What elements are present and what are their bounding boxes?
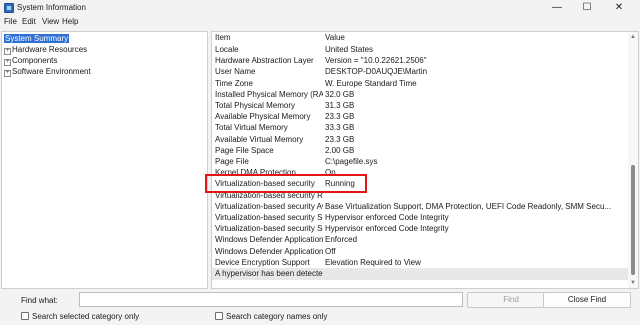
menu-edit[interactable]: Edit <box>22 17 36 26</box>
menu-file[interactable]: File <box>4 17 17 26</box>
scroll-thumb[interactable] <box>631 165 635 275</box>
scroll-up-arrow-icon[interactable]: ▲ <box>629 33 637 41</box>
cell-value: Enforced <box>325 235 358 245</box>
table-row[interactable]: Locale United States <box>212 44 628 56</box>
expand-plus-icon[interactable]: + <box>4 59 11 66</box>
table-row[interactable]: Time Zone W. Europe Standard Time <box>212 78 628 90</box>
expand-plus-icon[interactable]: + <box>4 70 11 77</box>
menu-view[interactable]: View <box>42 17 59 26</box>
tree-item-system-summary[interactable]: System Summary <box>4 33 70 44</box>
cell-item: Page File <box>215 157 249 166</box>
cell-item: A hypervisor has been detected... <box>215 269 323 278</box>
tree-item-label: Components <box>12 56 58 65</box>
table-row[interactable]: Total Physical Memory 31.3 GB <box>212 100 628 112</box>
cell-value: Hypervisor enforced Code Integrity <box>325 213 449 222</box>
find-bar: Find what: Find Close Find Search select… <box>0 290 640 325</box>
tree-item-label: System Summary <box>4 34 70 43</box>
table-row[interactable]: Available Virtual Memory 23.3 GB <box>212 134 628 146</box>
cell-item: Time Zone <box>215 78 253 88</box>
details-list[interactable]: Item Value Locale United States Hardware A… <box>211 31 639 289</box>
cell-item: Windows Defender Application... <box>215 235 323 245</box>
cell-value: United States <box>325 45 374 54</box>
tree-item-components[interactable]: + Components <box>4 55 57 66</box>
cell-item: Page File Space <box>215 145 274 155</box>
tree-item-software-environment[interactable]: + Software Environment <box>4 66 91 77</box>
cell-item: Virtualization-based security Se... <box>215 224 323 234</box>
expand-plus-icon[interactable]: + <box>4 48 11 55</box>
table-row[interactable]: Available Physical Memory 23.3 GB <box>212 111 628 123</box>
cell-value: Off <box>325 246 336 256</box>
find-label: Find what: <box>21 296 58 305</box>
cell-value: Elevation Required to View <box>325 257 421 267</box>
cell-item: Virtualization-based security Se... <box>215 213 323 222</box>
table-row[interactable]: User Name DESKTOP-D0AUQJE\Martin <box>212 66 628 78</box>
table-row[interactable]: Windows Defender Application... Enforced <box>212 234 628 246</box>
cell-value: Version = "10.0.22621.2506" <box>325 56 427 66</box>
scroll-down-arrow-icon[interactable]: ▼ <box>629 279 637 287</box>
cell-item: Total Physical Memory <box>215 101 296 110</box>
tree-item-label: Software Environment <box>12 67 91 76</box>
find-input[interactable] <box>79 292 463 307</box>
table-row[interactable]: Virtualization-based security Se... Hyper… <box>212 212 628 224</box>
cell-value: C:\pagefile.sys <box>325 157 378 166</box>
close-button[interactable]: ✕ <box>604 0 634 16</box>
cell-item: Locale <box>215 45 239 54</box>
cell-item: Windows Defender Application... <box>215 246 323 256</box>
cell-item: Available Virtual Memory <box>215 134 304 144</box>
column-header-value[interactable]: Value <box>325 32 627 44</box>
cell-value: Hypervisor enforced Code Integrity <box>325 224 449 234</box>
highlight-box <box>205 174 367 193</box>
close-find-button[interactable]: Close Find <box>543 292 631 308</box>
checkbox-icon[interactable] <box>21 312 29 320</box>
table-row[interactable]: A hypervisor has been detected... <box>212 268 628 280</box>
search-selected-category-checkbox[interactable]: Search selected category only <box>21 312 139 321</box>
cell-item: Installed Physical Memory (RAM) <box>215 89 323 99</box>
maximize-button[interactable]: ☐ <box>572 0 602 16</box>
cell-value: 23.3 GB <box>325 112 355 122</box>
cell-item: User Name <box>215 67 256 77</box>
title-bar: System Information — ☐ ✕ <box>0 0 640 16</box>
checkbox-label: Search selected category only <box>32 312 140 321</box>
table-row[interactable]: Virtualization-based security Av... Base … <box>212 201 628 213</box>
table-row[interactable]: Page File C:\pagefile.sys <box>212 156 628 168</box>
vertical-scrollbar[interactable]: ▲ ▼ <box>628 32 638 288</box>
cell-value: 33.3 GB <box>325 123 355 133</box>
cell-value: 31.3 GB <box>325 101 355 110</box>
tree-item-hardware-resources[interactable]: + Hardware Resources <box>4 44 87 55</box>
table-row[interactable]: Page File Space 2.00 GB <box>212 145 628 157</box>
cell-value: DESKTOP-D0AUQJE\Martin <box>325 67 428 77</box>
column-header-item[interactable]: Item <box>215 32 323 44</box>
cell-value: 23.3 GB <box>325 134 355 144</box>
find-button[interactable]: Find <box>467 292 555 308</box>
cell-value: 32.0 GB <box>325 89 355 99</box>
cell-item: Available Physical Memory <box>215 112 311 122</box>
cell-value: W. Europe Standard Time <box>325 78 417 88</box>
window-title: System Information <box>17 3 86 12</box>
menu-help[interactable]: Help <box>62 17 78 26</box>
table-row[interactable]: Total Virtual Memory 33.3 GB <box>212 122 628 134</box>
table-row[interactable]: Windows Defender Application... Off <box>212 246 628 258</box>
table-row[interactable]: Installed Physical Memory (RAM) 32.0 GB <box>212 89 628 101</box>
tree-item-label: Hardware Resources <box>12 45 88 54</box>
cell-value: Running <box>325 179 355 189</box>
checkbox-icon[interactable] <box>215 312 223 320</box>
cell-item: Virtualization-based security Av... <box>215 201 323 211</box>
column-header-row: Item Value <box>212 32 628 44</box>
cell-item: Total Virtual Memory <box>215 123 288 133</box>
search-category-names-checkbox[interactable]: Search category names only <box>215 312 327 321</box>
category-tree[interactable]: System Summary + Hardware Resources + Comp… <box>1 31 208 289</box>
minimize-button[interactable]: — <box>542 0 572 16</box>
cell-item: Device Encryption Support <box>215 257 310 267</box>
checkbox-label: Search category names only <box>226 312 328 321</box>
cell-value: On <box>325 168 336 178</box>
system-information-icon <box>4 3 14 13</box>
cell-item: Hardware Abstraction Layer <box>215 56 314 66</box>
table-row[interactable]: Hardware Abstraction Layer Version = "10.… <box>212 55 628 67</box>
table-row[interactable]: Device Encryption Support Elevation Requi… <box>212 257 628 269</box>
cell-value: Base Virtualization Support, DMA Protect… <box>325 201 612 211</box>
cell-value: 2.00 GB <box>325 145 355 155</box>
menu-bar: File Edit View Help <box>0 16 640 30</box>
table-row[interactable]: Virtualization-based security Se... Hyper… <box>212 223 628 235</box>
